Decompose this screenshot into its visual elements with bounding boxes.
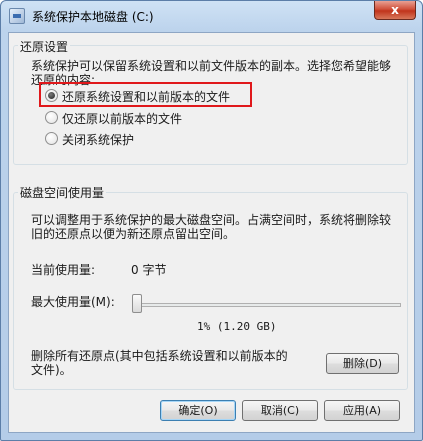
max-usage-slider-track[interactable] <box>139 303 401 307</box>
dialog-window: 系统保护本地磁盘 (C:) x 还原设置 系统保护可以保留系统设置和以前文件版本… <box>0 0 423 441</box>
radio-button[interactable] <box>45 111 58 124</box>
ok-button[interactable]: 确定(O) <box>160 400 236 421</box>
window-title: 系统保护本地磁盘 (C:) <box>32 10 154 24</box>
radio-restore-files-only-label[interactable]: 仅还原以前版本的文件 <box>62 110 182 127</box>
radio-turn-off-label[interactable]: 关闭系统保护 <box>62 131 134 148</box>
dialog-content: 还原设置 系统保护可以保留系统设置和以前文件版本的副本。选择您希望能够 还原的内… <box>8 32 415 433</box>
delete-button[interactable]: 删除(D) <box>326 353 399 374</box>
delete-description-line2: 文件)。 <box>31 363 72 377</box>
disk-description-line2: 旧的还原点以便为新还原点留出空间。 <box>31 227 236 241</box>
max-usage-label: 最大使用量(M): <box>31 295 115 309</box>
max-usage-slider-thumb[interactable] <box>132 294 142 313</box>
radio-button-checked[interactable] <box>45 89 58 102</box>
current-usage-label: 当前使用量: <box>31 263 96 277</box>
radio-restore-all-label[interactable]: 还原系统设置和以前版本的文件 <box>62 88 230 105</box>
close-button[interactable]: x <box>374 1 416 20</box>
title-bar[interactable]: 系统保护本地磁盘 (C:) x <box>1 1 422 31</box>
radio-button[interactable] <box>45 132 58 145</box>
max-usage-value: 1% (1.20 GB) <box>197 320 277 333</box>
disk-space-title: 磁盘空间使用量 <box>18 184 107 201</box>
drive-icon <box>9 8 25 24</box>
apply-button[interactable]: 应用(A) <box>324 400 400 421</box>
current-usage-value: 0 字节 <box>131 263 167 277</box>
restore-settings-title: 还原设置 <box>18 38 71 55</box>
cancel-button[interactable]: 取消(C) <box>242 400 318 421</box>
